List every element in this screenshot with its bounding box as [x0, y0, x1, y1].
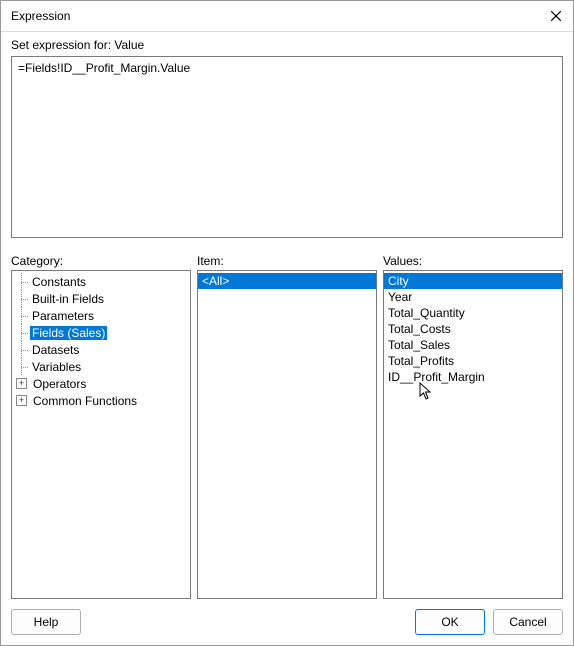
values-label: Values: [383, 254, 563, 268]
values-list[interactable]: CityYearTotal_QuantityTotal_CostsTotal_S… [383, 270, 563, 599]
category-tree[interactable]: Constants Built-in Fields Parameters Fields… [11, 270, 191, 599]
set-expression-label: Set expression for: Value [11, 38, 563, 52]
category-item[interactable]: Parameters [12, 307, 190, 324]
expression-input[interactable] [11, 56, 563, 238]
close-icon [551, 11, 561, 21]
expression-dialog: Expression Set expression for: Value Cat… [0, 0, 574, 646]
item-list-item[interactable]: <All> [198, 273, 376, 289]
category-item[interactable]: Variables [12, 358, 190, 375]
category-item-label: Variables [30, 360, 83, 374]
ok-button[interactable]: OK [415, 609, 485, 635]
item-label: Item: [197, 254, 377, 268]
tree-branch-icon [16, 358, 30, 375]
item-column: Item: <All> [197, 254, 377, 599]
values-list-item[interactable]: Total_Quantity [384, 305, 562, 321]
tree-branch-icon [16, 290, 30, 307]
category-item[interactable]: + Operators [12, 375, 190, 392]
tree-branch-icon [16, 307, 30, 324]
dialog-content: Set expression for: Value Category: Cons… [1, 32, 573, 599]
category-item-label: Operators [31, 377, 88, 391]
expand-icon[interactable]: + [16, 378, 27, 389]
tree-branch-icon [16, 341, 30, 358]
titlebar: Expression [1, 1, 573, 32]
values-list-item[interactable]: Total_Costs [384, 321, 562, 337]
category-item-label: Parameters [30, 309, 96, 323]
item-list[interactable]: <All> [197, 270, 377, 599]
values-column: Values: CityYearTotal_QuantityTotal_Cost… [383, 254, 563, 599]
help-button[interactable]: Help [11, 609, 81, 635]
category-column: Category: Constants Built-in Fields Parame… [11, 254, 191, 599]
expand-icon[interactable]: + [16, 395, 27, 406]
values-list-item[interactable]: Total_Profits [384, 353, 562, 369]
category-item[interactable]: + Common Functions [12, 392, 190, 409]
values-list-item[interactable]: ID__Profit_Margin [384, 369, 562, 385]
close-button[interactable] [547, 7, 565, 25]
window-title: Expression [11, 9, 70, 23]
category-label: Category: [11, 254, 191, 268]
columns: Category: Constants Built-in Fields Parame… [11, 254, 563, 599]
category-item[interactable]: Datasets [12, 341, 190, 358]
category-item-label: Built-in Fields [30, 292, 106, 306]
category-item-label: Datasets [30, 343, 81, 357]
dialog-footer: Help OK Cancel [1, 599, 573, 645]
values-list-item[interactable]: City [384, 273, 562, 289]
category-item-label: Fields (Sales) [30, 326, 107, 340]
category-item[interactable]: Constants [12, 273, 190, 290]
category-item[interactable]: Fields (Sales) [12, 324, 190, 341]
values-list-item[interactable]: Year [384, 289, 562, 305]
category-item[interactable]: Built-in Fields [12, 290, 190, 307]
cancel-button[interactable]: Cancel [493, 609, 563, 635]
category-item-label: Constants [30, 275, 88, 289]
category-item-label: Common Functions [31, 394, 139, 408]
values-list-item[interactable]: Total_Sales [384, 337, 562, 353]
tree-branch-icon [16, 273, 30, 290]
tree-branch-icon [16, 324, 30, 341]
